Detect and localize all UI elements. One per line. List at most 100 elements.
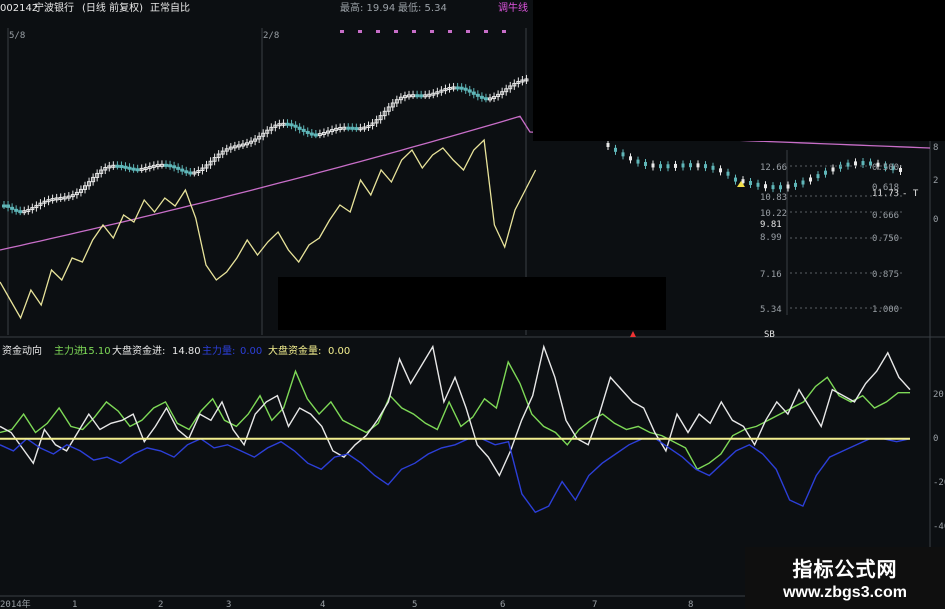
candle-body [475, 93, 480, 97]
candle-body [176, 166, 181, 170]
candle-body [621, 152, 625, 157]
candle-body [824, 170, 827, 175]
auto-scale-label: 正常自比 [150, 1, 190, 14]
stock-chart[interactable]: 002142 宁波银行 (日线 前复权) 正常自比 最高: 19.94 最低: … [0, 0, 945, 609]
signal-marker [448, 30, 452, 33]
candle-body [483, 97, 488, 101]
candle-body [831, 167, 835, 172]
candle-body [636, 159, 640, 164]
candle-body [131, 167, 136, 171]
candle-body [119, 164, 124, 168]
price-tag: 11.73 [872, 189, 899, 199]
candle-body [2, 204, 6, 208]
candle-body [674, 163, 677, 168]
candle-body [854, 161, 857, 166]
candle-body [463, 87, 468, 91]
fib-price: 5.34 [760, 305, 782, 315]
candle-body [749, 181, 752, 186]
candle-body [289, 123, 294, 127]
indicator-axis-tick: -40 [933, 522, 945, 532]
candle-body [14, 208, 19, 212]
period-label: (日线 前复权) [82, 1, 143, 14]
sb-marker: SB [764, 330, 775, 340]
watermark: 指标公式网 www.zbgs3.com [745, 547, 945, 609]
price-axis-tick: 0 [933, 215, 938, 225]
candle-body [467, 89, 472, 93]
candle-body [309, 132, 314, 136]
candle-body [301, 128, 306, 132]
legend-value: 0.00 [328, 346, 350, 357]
stock-name: 宁波银行 [34, 1, 74, 14]
watermark-line-1: 指标公式网 [792, 559, 898, 581]
signal-marker [340, 30, 344, 33]
x-axis-label: 7 [592, 600, 597, 609]
candle-body [899, 167, 902, 172]
fib-ratio: 0.500 [872, 163, 899, 173]
candle-body [794, 182, 797, 187]
fib-price: 9.81 [760, 220, 782, 230]
candle-body [115, 164, 120, 168]
low-label: 最低: 5.34 [398, 1, 447, 14]
fib-price: 10.83 [760, 193, 787, 203]
candle-body [350, 126, 355, 130]
fib-price: 8.99 [760, 233, 782, 243]
candle-body [188, 171, 193, 175]
signal-marker [484, 30, 488, 33]
candle-body [726, 171, 730, 176]
candle-body [816, 174, 820, 179]
candle-body [809, 177, 812, 182]
indicator-axis-tick: -20 [933, 478, 945, 488]
candle-body [719, 168, 722, 173]
candle-body [764, 184, 767, 189]
signal-marker [430, 30, 434, 33]
candle-body [479, 95, 484, 99]
redaction-box [278, 277, 666, 330]
signal-marker [466, 30, 470, 33]
candle-body [696, 163, 700, 168]
candle-body [135, 168, 140, 172]
candle-body [659, 164, 662, 169]
high-label: 最高: 19.94 [340, 1, 395, 14]
signal-marker [358, 30, 362, 33]
candle-body [6, 204, 11, 208]
signal-marker [502, 30, 506, 33]
candle-body [644, 161, 647, 166]
candle-body [180, 168, 185, 172]
candle-body [10, 206, 15, 210]
signal-marker [376, 30, 380, 33]
legend-label: 主力量: [202, 344, 235, 357]
candle-body [415, 94, 420, 98]
legend-value: 0.00 [240, 346, 262, 357]
candle-body [18, 210, 23, 214]
candle-body [313, 133, 318, 137]
candle-body [606, 143, 610, 147]
candle-body [861, 161, 865, 166]
candle-body [839, 164, 842, 169]
candle-body [354, 127, 359, 131]
candle-body [734, 177, 737, 182]
candle-body [779, 185, 782, 190]
stock-code: 002142 [0, 3, 38, 14]
indicator-axis-tick: 0 [933, 434, 938, 444]
candle-body [184, 170, 189, 174]
candle-body [786, 184, 790, 189]
x-axis-label: 5 [412, 600, 417, 609]
candle-body [681, 163, 685, 168]
x-axis-label: 2014年 [0, 598, 31, 609]
candle-body [297, 126, 302, 130]
signal-marker [394, 30, 398, 33]
legend-value: 14.80 [172, 346, 201, 357]
candle-body [471, 91, 476, 95]
indicator-title: 资金动向 [2, 344, 42, 357]
candle-body [293, 124, 298, 128]
candle-body [346, 126, 351, 130]
legend-value: 15.10 [82, 346, 111, 357]
date-mark-1: 5/8 [9, 31, 25, 41]
candle-body [651, 163, 655, 168]
x-axis-label: 6 [500, 600, 505, 609]
fib-ratio: 0.750 [872, 234, 899, 244]
watermark-line-2: www.zbgs3.com [783, 584, 907, 601]
legend-label: 大盘资金量: [268, 344, 321, 357]
candle-body [704, 164, 707, 169]
candle-body [164, 163, 168, 167]
